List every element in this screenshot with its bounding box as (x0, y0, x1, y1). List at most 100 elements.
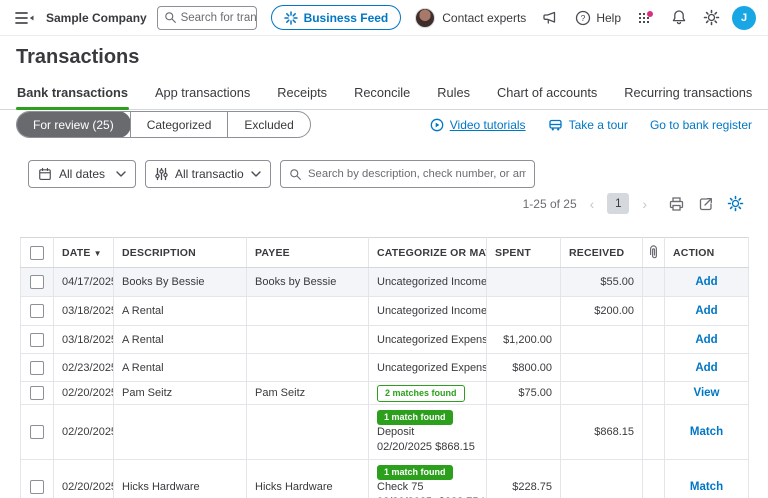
contact-experts-button[interactable]: Contact experts (415, 8, 526, 28)
col-categorize[interactable]: CATEGORIZE OR MATCH (369, 238, 487, 268)
action-link[interactable]: Add (695, 362, 717, 374)
row-checkbox[interactable] (30, 361, 44, 375)
prev-page-chevron[interactable]: ‹ (590, 196, 595, 212)
action-link[interactable]: View (694, 387, 720, 399)
cell-payee (247, 326, 369, 354)
cell-received (561, 382, 643, 405)
global-search-input[interactable] (181, 12, 257, 24)
tab-bank-transactions[interactable]: Bank transactions (16, 80, 129, 109)
cell-description: A Rental (114, 354, 247, 382)
table-settings-gear-icon[interactable] (727, 195, 744, 212)
table-row[interactable]: 02/23/2025 A Rental Uncategorized Expens… (21, 354, 749, 382)
tab-receipts[interactable]: Receipts (276, 80, 328, 109)
announcements-icon[interactable] (542, 10, 559, 26)
action-link[interactable]: Add (695, 334, 717, 346)
sort-desc-icon: ▼ (94, 249, 102, 258)
cell-received: $868.15 (561, 405, 643, 460)
tab-chart-of-accounts[interactable]: Chart of accounts (496, 80, 598, 109)
hamburger-menu-icon[interactable] (14, 11, 34, 25)
sparkle-icon (284, 11, 298, 25)
date-filter-dropdown[interactable]: All dates (28, 160, 136, 188)
cell-attachment (643, 268, 665, 297)
table-row[interactable]: 04/17/2025 Books By Bessie Books by Bess… (21, 268, 749, 297)
table-row[interactable]: 03/18/2025 A Rental Uncategorized Expens… (21, 326, 749, 354)
table-search-input[interactable] (308, 168, 526, 180)
cell-spent (487, 297, 561, 326)
cell-date: 04/17/2025 (54, 268, 114, 297)
company-name: Sample Company (46, 11, 147, 25)
print-icon[interactable] (668, 196, 685, 212)
export-icon[interactable] (698, 196, 714, 212)
subtab-for-review[interactable]: For review (25) (16, 111, 131, 138)
cell-category: 1 match found Check 75 02/20/2025 -$228.… (369, 460, 487, 498)
contact-experts-label: Contact experts (442, 11, 526, 25)
cell-spent: $75.00 (487, 382, 561, 405)
table-row[interactable]: 02/20/2025 1 match found Deposit 02/20/2… (21, 405, 749, 460)
tab-rules[interactable]: Rules (436, 80, 471, 109)
action-link[interactable]: Add (695, 305, 717, 317)
page-title: Transactions (16, 46, 139, 69)
search-icon (289, 168, 302, 181)
current-page-button[interactable]: 1 (607, 193, 629, 214)
next-page-chevron[interactable]: › (642, 196, 647, 212)
expert-avatar (415, 8, 435, 28)
cell-description: Books By Bessie (114, 268, 247, 297)
business-feed-label: Business Feed (304, 11, 389, 25)
transaction-type-filter-dropdown[interactable]: All transactions (... (145, 160, 271, 188)
settings-gear-icon[interactable] (703, 9, 720, 26)
cell-payee (247, 354, 369, 382)
top-bar: Sample Company Business Feed (0, 0, 768, 36)
row-checkbox[interactable] (30, 275, 44, 289)
table-row[interactable]: 02/20/2025 Pam Seitz Pam Seitz 2 matches… (21, 382, 749, 405)
global-search[interactable] (157, 6, 257, 30)
go-to-bank-register-link[interactable]: Go to bank register (650, 118, 752, 132)
col-received[interactable]: RECEIVED (561, 238, 643, 268)
nav-tabs: Bank transactions App transactions Recei… (0, 80, 768, 110)
match-detail-type: Deposit (377, 426, 478, 440)
cell-category: 2 matches found (369, 382, 487, 405)
col-description[interactable]: DESCRIPTION (114, 238, 247, 268)
svg-text:?: ? (581, 13, 586, 23)
cell-payee: Books by Bessie (247, 268, 369, 297)
take-a-tour-link[interactable]: Take a tour (548, 118, 628, 132)
controls-row: For review (25) Categorized Excluded Vid… (16, 111, 752, 138)
tab-app-transactions[interactable]: App transactions (154, 80, 251, 109)
subtab-excluded[interactable]: Excluded (227, 112, 309, 137)
sliders-icon (155, 167, 168, 181)
col-payee[interactable]: PAYEE (247, 238, 369, 268)
select-all-checkbox[interactable] (30, 246, 44, 260)
row-checkbox[interactable] (30, 386, 44, 400)
row-checkbox[interactable] (30, 425, 44, 439)
match-found-badge: 1 match found (377, 410, 453, 425)
cell-attachment (643, 354, 665, 382)
user-avatar[interactable]: J (732, 6, 756, 30)
cell-date: 02/20/2025 (54, 460, 114, 498)
cell-attachment (643, 405, 665, 460)
col-date[interactable]: DATE▼ (54, 238, 114, 268)
row-checkbox[interactable] (30, 304, 44, 318)
cell-received (561, 326, 643, 354)
tab-reconcile[interactable]: Reconcile (353, 80, 411, 109)
action-link[interactable]: Match (690, 481, 723, 493)
business-feed-button[interactable]: Business Feed (271, 5, 402, 30)
video-tutorials-link[interactable]: Video tutorials (430, 118, 526, 132)
action-link[interactable]: Add (695, 276, 717, 288)
col-spent[interactable]: SPENT (487, 238, 561, 268)
action-link[interactable]: Match (690, 426, 723, 438)
table-row[interactable]: 02/20/2025 Hicks Hardware Hicks Hardware… (21, 460, 749, 498)
cell-date: 03/18/2025 (54, 297, 114, 326)
row-checkbox[interactable] (30, 333, 44, 347)
tab-recurring-transactions[interactable]: Recurring transactions (623, 80, 753, 109)
subtab-categorized[interactable]: Categorized (130, 112, 228, 137)
cell-received (561, 460, 643, 498)
cell-attachment (643, 326, 665, 354)
apps-grid-icon[interactable] (637, 10, 655, 26)
matches-found-badge: 2 matches found (377, 385, 465, 402)
table-search[interactable] (280, 160, 535, 188)
row-checkbox[interactable] (30, 480, 44, 494)
cell-description: A Rental (114, 326, 247, 354)
table-row[interactable]: 03/18/2025 A Rental Uncategorized Income… (21, 297, 749, 326)
notifications-bell-icon[interactable] (671, 9, 687, 26)
help-button[interactable]: ? Help (575, 10, 621, 26)
cell-description: Hicks Hardware (114, 460, 247, 498)
